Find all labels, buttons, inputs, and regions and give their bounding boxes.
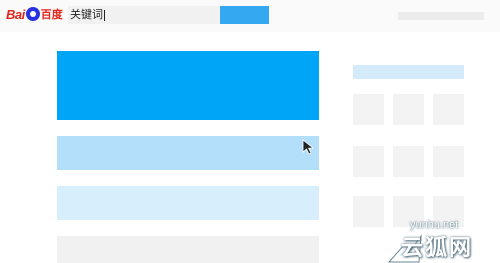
logo-text-chinese: 百度	[40, 8, 63, 21]
sidebar-tile[interactable]	[433, 94, 464, 125]
sidebar-tile[interactable]	[353, 94, 384, 125]
logo-text-latin: Bai	[6, 6, 25, 22]
search-input[interactable]: 关键词	[68, 6, 220, 24]
sidebar-header-placeholder	[353, 65, 464, 79]
result-block-secondary[interactable]	[57, 136, 319, 170]
baidu-logo[interactable]: Bai 百度	[6, 5, 63, 23]
sidebar-tile[interactable]	[433, 146, 464, 177]
text-caret	[104, 9, 105, 21]
result-block-quaternary[interactable]	[57, 236, 319, 263]
result-block-primary[interactable]	[57, 51, 319, 120]
top-bar: Bai 百度 关键词	[0, 0, 500, 32]
sidebar-tile[interactable]	[353, 146, 384, 177]
top-right-placeholder	[398, 12, 484, 20]
result-block-tertiary[interactable]	[57, 186, 319, 220]
sidebar-tile[interactable]	[393, 94, 424, 125]
baidu-paw-icon	[25, 7, 40, 21]
mouse-pointer-icon	[302, 139, 315, 155]
sidebar-tile[interactable]	[393, 146, 424, 177]
watermark-brand: 云狐网	[401, 236, 474, 261]
search-input-value: 关键词	[70, 8, 103, 21]
search-button[interactable]	[220, 6, 269, 24]
sidebar-tile[interactable]	[353, 196, 384, 227]
